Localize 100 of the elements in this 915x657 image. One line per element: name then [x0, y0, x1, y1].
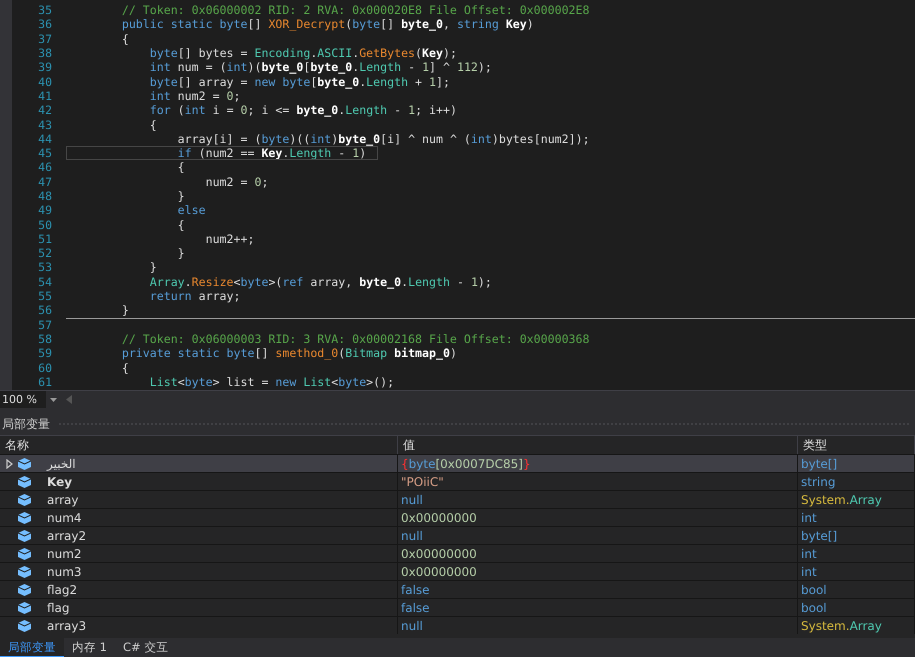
variable-value: 0x00000000	[401, 546, 477, 560]
variable-value: null	[401, 618, 423, 632]
variable-type: System.Array	[801, 492, 882, 506]
line-number: 46	[37, 160, 52, 174]
variable-type: byte[]	[801, 528, 838, 542]
variable-type: int	[801, 546, 817, 560]
code-line: byte[] bytes = Encoding.ASCII.GetBytes(Key);	[148, 46, 457, 60]
variable-name: array3	[47, 618, 86, 632]
line-number: 52	[37, 246, 52, 260]
variable-type: bool	[801, 582, 827, 596]
variable-type: int	[801, 564, 817, 578]
panel-title: 局部变量	[1, 416, 50, 432]
variable-row[interactable]: num4 0x00000000 int	[0, 508, 915, 526]
variable-value: "POiiC"	[401, 474, 444, 488]
line-number: 61	[37, 374, 52, 389]
code-line: int num = (int)(byte_0[byte_0.Length - 1] ^ 112);	[148, 60, 492, 74]
line-number: 57	[37, 318, 52, 332]
variable-value: {byte[0x0007DC85]}	[401, 456, 531, 470]
variable-value: 0x00000000	[401, 510, 477, 524]
code-line: {	[120, 32, 129, 46]
expand-icon[interactable]	[6, 458, 13, 468]
cube-icon	[18, 584, 31, 596]
code-line: // Token: 0x06000003 RID: 3 RVA: 0x00002168 File Offset: 0x00000368	[120, 332, 590, 346]
variable-value: null	[401, 528, 423, 542]
variable-type: string	[801, 474, 836, 488]
variable-row[interactable]: array3 null System.Array	[0, 616, 915, 634]
line-number: 60	[37, 360, 52, 375]
code-line: byte[] array = new byte[byte_0.Length + 1];	[148, 74, 450, 89]
line-number: 36	[37, 17, 52, 32]
cube-icon	[18, 458, 31, 470]
code-line: {	[176, 218, 185, 232]
variable-row[interactable]: array null System.Array	[0, 490, 915, 508]
code-line: array[i] = (byte)((int)byte_0[i] ^ num ^ (int)bytes[num2]);	[176, 132, 590, 146]
line-number: 39	[37, 60, 52, 74]
line-number: 55	[37, 289, 52, 304]
line-number: 35	[37, 3, 52, 18]
variable-name: Key	[47, 474, 72, 488]
code-line: {	[176, 160, 185, 174]
code-line: }	[120, 303, 129, 318]
line-number: 58	[37, 332, 52, 346]
code-line: private static byte[] smethod_0(Bitmap bitmap_0)	[120, 346, 457, 360]
variable-name: num4	[47, 510, 82, 524]
variable-name: array	[47, 492, 78, 506]
line-number: 51	[37, 232, 52, 246]
variable-name: num3	[47, 564, 82, 578]
code-line: {	[120, 360, 129, 375]
line-number: 43	[37, 118, 52, 132]
cube-icon	[18, 620, 31, 632]
line-number: 53	[37, 260, 52, 274]
variable-row[interactable]: num2 0x00000000 int	[0, 544, 915, 562]
code-line: }	[148, 260, 157, 274]
variable-value: null	[401, 492, 423, 506]
code-line: }	[176, 246, 185, 260]
variable-type: System.Array	[801, 618, 882, 632]
code-line: else	[176, 203, 206, 218]
line-number: 54	[37, 274, 52, 289]
line-number: 49	[37, 203, 52, 218]
code-line: int num2 = 0;	[148, 88, 241, 103]
code-line: List<byte> list = new List<byte>();	[148, 374, 394, 389]
line-number: 42	[37, 103, 52, 118]
code-line: num2 = 0;	[204, 174, 268, 189]
variable-row[interactable]: array2 null byte[]	[0, 526, 915, 544]
cube-icon	[18, 512, 31, 524]
line-number: 45	[37, 146, 52, 160]
cube-icon	[18, 602, 31, 614]
zoom-dropdown[interactable]: 100 %	[0, 391, 60, 408]
panel-tab[interactable]: C# 交互	[114, 638, 176, 657]
variable-value: false	[401, 600, 430, 614]
cube-icon	[18, 476, 31, 488]
line-number: 37	[37, 32, 52, 46]
line-number: 48	[37, 189, 52, 203]
code-line: if (num2 == Key.Length - 1)	[176, 146, 366, 160]
variable-row[interactable]: flag false bool	[0, 598, 915, 616]
line-number: 44	[37, 132, 52, 146]
variable-name: array2	[47, 528, 86, 542]
cube-icon	[18, 530, 31, 542]
variable-row[interactable]: Key "POiiC" string	[0, 472, 915, 490]
variable-name: num2	[47, 546, 82, 560]
variable-type: int	[801, 510, 817, 524]
code-line: public static byte[] XOR_Decrypt(byte[] byte_0, string Key)	[120, 17, 534, 32]
line-number: 56	[37, 303, 52, 318]
cube-icon	[18, 566, 31, 578]
variable-type: bool	[801, 600, 827, 614]
variable-value: 0x00000000	[401, 564, 477, 578]
variable-name: flag	[47, 600, 70, 614]
code-line: }	[176, 189, 185, 203]
panel-tab[interactable]: 内存 1	[64, 638, 115, 657]
line-number: 59	[37, 346, 52, 360]
code-line: // Token: 0x06000002 RID: 2 RVA: 0x000020E8 File Offset: 0x000002E8	[120, 3, 590, 18]
line-number: 38	[37, 46, 52, 60]
code-line: Array.Resize<byte>(ref array, byte_0.Length - 1);	[148, 274, 492, 289]
variable-row[interactable]: flag2 false bool	[0, 580, 915, 598]
variable-row[interactable]: num3 0x00000000 int	[0, 562, 915, 580]
cube-icon	[18, 494, 31, 506]
code-line: for (int i = 0; i <= byte_0.Length - 1; i++)	[148, 103, 457, 118]
panel-tab[interactable]: 局部变量	[0, 638, 64, 657]
variable-name: flag2	[47, 582, 78, 596]
line-number: 50	[37, 218, 52, 232]
variable-name: الخبير	[47, 456, 76, 470]
code-line: {	[148, 118, 157, 132]
